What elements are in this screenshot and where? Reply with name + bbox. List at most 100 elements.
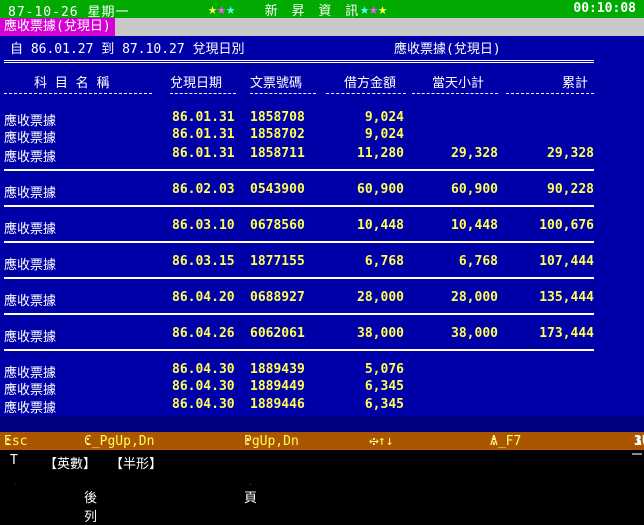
col-header-doc: 文票號碼: [250, 76, 303, 91]
col-underline: [326, 93, 406, 94]
cell-date: 86.03.15: [172, 254, 235, 269]
cell-date: 86.01.31: [172, 146, 235, 161]
group-separator: [4, 349, 594, 351]
cell-amount: 60,900: [357, 182, 404, 197]
cell-day-total: 60,900: [451, 182, 498, 197]
cell-date: 86.04.20: [172, 290, 235, 305]
cell-amount: 5,076: [364, 362, 404, 377]
table-row[interactable]: 應收票據 86.04.30 1889439 5,076: [0, 362, 644, 381]
group-separator: [4, 169, 594, 171]
top-status-bar: 87-10-26 星期一 ★★★ 新 昇 資 訊 ★★★ 00:10:08: [0, 0, 644, 20]
table-row[interactable]: 應收票據 86.03.15 1877155 6,768 6,768 107,44…: [0, 254, 644, 273]
cell-cumulative: 107,444: [539, 254, 594, 269]
cell-name: 應收票據: [4, 401, 57, 416]
table-row[interactable]: 應收票據 86.04.30 1889446 6,345: [0, 397, 644, 416]
cell-date: 86.04.30: [172, 379, 235, 394]
cell-doc: 1877155: [250, 254, 305, 269]
cell-name: 應收票據: [4, 150, 57, 165]
cell-amount: 9,024: [364, 110, 404, 125]
cell-doc: 0688927: [250, 290, 305, 305]
cell-amount: 38,000: [357, 326, 404, 341]
ime-halfwidth[interactable]: 【半形】: [110, 453, 162, 472]
cell-amount: 6,345: [364, 397, 404, 412]
cell-day-total: 6,768: [458, 254, 498, 269]
dos-screen: 87-10-26 星期一 ★★★ 新 昇 資 訊 ★★★ 00:10:08 應收…: [0, 0, 644, 525]
cell-cumulative: 90,228: [547, 182, 594, 197]
table-row[interactable]: 應收票據 86.04.26 6062061 38,000 38,000 173,…: [0, 326, 644, 345]
report-name: 應收票據(兌現日): [394, 42, 501, 57]
function-key-bar: Esc:返回 C_PgUp,Dn:最前後列 PgUp,Dn:上下頁 ⟷↑↓:查詢…: [0, 432, 644, 525]
cell-date: 86.04.30: [172, 397, 235, 412]
cell-doc: 0543900: [250, 182, 305, 197]
ime-english[interactable]: 【英數】: [44, 453, 96, 472]
cell-date: 86.04.30: [172, 362, 235, 377]
cell-amount: 6,345: [364, 379, 404, 394]
col-underline: [4, 93, 152, 94]
cell-date: 86.04.26: [172, 326, 235, 341]
star-icons-right: ★★★: [360, 0, 388, 18]
cell-amount: 6,768: [364, 254, 404, 269]
report-panel: 自 86.01.27 到 87.10.27 兌現日別 應收票據(兌現日) 科 目…: [0, 36, 644, 416]
cell-doc: 6062061: [250, 326, 305, 341]
ime-status-bar: T 【英數】 【半形】 ▶ 倚天: [0, 450, 644, 495]
cell-cumulative: 173,444: [539, 326, 594, 341]
cell-doc: 0678560: [250, 218, 305, 233]
cell-name: 應收票據: [4, 222, 57, 237]
brand-label: 倚天: [637, 461, 644, 495]
cell-date: 86.01.31: [172, 110, 235, 125]
cell-date: 86.02.03: [172, 182, 235, 197]
date-range: 自 86.01.27 到 87.10.27 兌現日別: [10, 42, 245, 57]
input-mode: T: [10, 453, 18, 468]
cell-amount: 11,280: [357, 146, 404, 161]
cell-amount: 9,024: [364, 127, 404, 142]
table-row[interactable]: 應收票據 86.04.30 1889449 6,345: [0, 379, 644, 398]
cell-cumulative: 135,444: [539, 290, 594, 305]
group-separator: [4, 313, 594, 315]
cell-day-total: 38,000: [451, 326, 498, 341]
cell-doc: 1889449: [250, 379, 305, 394]
cell-day-total: 28,000: [451, 290, 498, 305]
cell-doc: 1858708: [250, 110, 305, 125]
status-strip: [0, 416, 644, 432]
cell-cumulative: 29,328: [547, 146, 594, 161]
cell-amount: 28,000: [357, 290, 404, 305]
cell-name: 應收票據: [4, 186, 57, 201]
cell-name: 應收票據: [4, 330, 57, 345]
cell-doc: 1858702: [250, 127, 305, 142]
table-row[interactable]: 應收票據 86.01.31 1858708 9,024: [0, 110, 644, 129]
cell-amount: 10,448: [357, 218, 404, 233]
group-separator: [4, 205, 594, 207]
cell-day-total: 29,328: [451, 146, 498, 161]
report-header: 自 86.01.27 到 87.10.27 兌現日別 應收票據(兌現日): [10, 38, 640, 57]
cell-doc: 1889446: [250, 397, 305, 412]
cell-name: 應收票據: [4, 258, 57, 273]
cell-name: 應收票據: [4, 294, 57, 309]
group-separator: [4, 241, 594, 243]
table-row[interactable]: 應收票據 86.04.20 0688927 28,000 28,000 135,…: [0, 290, 644, 309]
col-header-amount: 借方金額: [344, 76, 397, 91]
table-row[interactable]: 應收票據 86.02.03 0543900 60,900 60,900 90,2…: [0, 182, 644, 201]
table-row[interactable]: 應收票據 86.01.31 1858711 11,280 29,328 29,3…: [0, 146, 644, 165]
col-underline: [412, 93, 498, 94]
cell-name: 應收票據: [4, 383, 57, 398]
system-clock: 00:10:08: [573, 1, 636, 16]
cell-date: 86.03.10: [172, 218, 235, 233]
col-header-date: 兌現日期: [170, 76, 223, 91]
tab-strip: 應收票據(兌現日): [0, 18, 644, 36]
col-header-name: 科 目 名 稱: [34, 76, 110, 91]
table-row[interactable]: 應收票據 86.03.10 0678560 10,448 10,448 100,…: [0, 218, 644, 237]
cell-day-total: 10,448: [451, 218, 498, 233]
cell-doc: 1858711: [250, 146, 305, 161]
cell-cumulative: 100,676: [539, 218, 594, 233]
eten-brand-logo: ▶ 倚天: [632, 453, 644, 495]
tab-receivable-notes[interactable]: 應收票據(兌現日): [0, 18, 115, 36]
table-row[interactable]: 應收票據 86.01.31 1858702 9,024: [0, 127, 644, 146]
col-underline: [170, 93, 236, 94]
col-header-day-total: 當天小計: [432, 76, 485, 91]
col-underline: [250, 93, 316, 94]
cell-doc: 1889439: [250, 362, 305, 377]
col-header-cumulative: 累計: [562, 76, 589, 91]
col-underline: [506, 93, 594, 94]
cell-name: 應收票據: [4, 131, 57, 146]
page-total: 30: [634, 434, 644, 449]
